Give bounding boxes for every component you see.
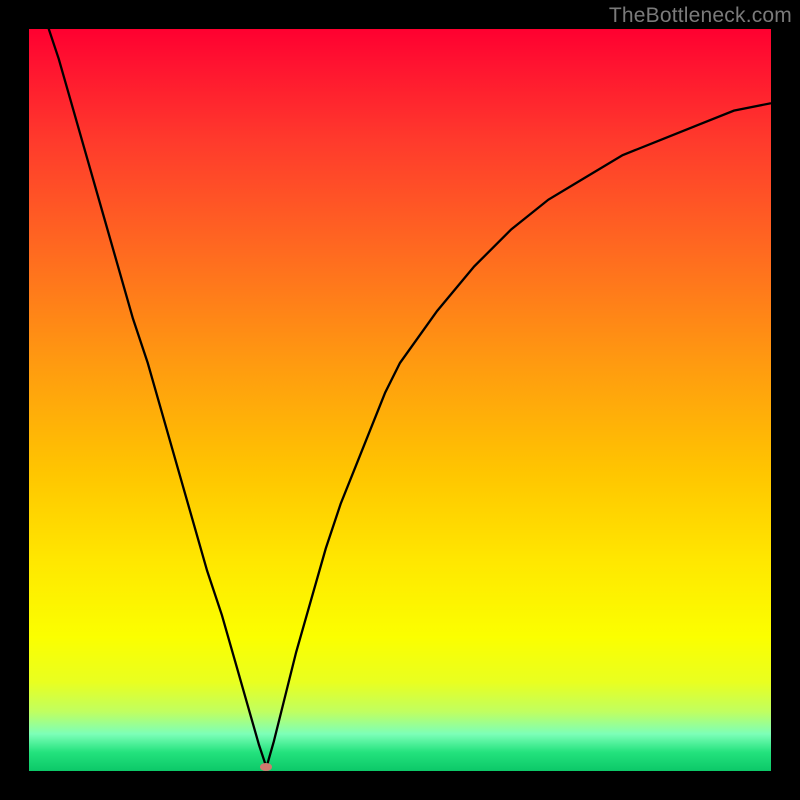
bottleneck-curve <box>29 29 771 771</box>
plot-area <box>29 29 771 771</box>
optimal-point-marker <box>260 763 272 771</box>
watermark: TheBottleneck.com <box>609 4 792 28</box>
chart-container: TheBottleneck.com <box>0 0 800 800</box>
